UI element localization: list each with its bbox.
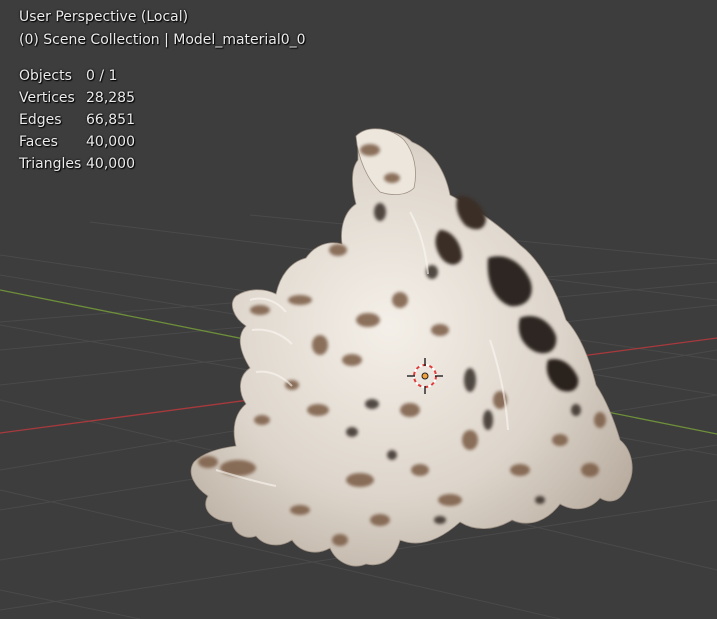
stat-row-faces: Faces 40,000 [19, 131, 135, 153]
stat-value: 40,000 [86, 156, 135, 172]
stat-value: 40,000 [86, 134, 135, 150]
stat-row-triangles: Triangles 40,000 [19, 153, 135, 175]
stat-row-objects: Objects 0 / 1 [19, 65, 135, 87]
view-name-label: User Perspective (Local) [19, 9, 189, 25]
collection-info-label: (0) Scene Collection | Model_material0_0 [19, 32, 306, 48]
object-origin-icon [421, 372, 429, 380]
stat-value: 28,285 [86, 90, 135, 106]
stat-value: 66,851 [86, 112, 135, 128]
3d-viewport[interactable]: User Perspective (Local) (0) Scene Colle… [0, 0, 717, 619]
stat-label: Objects [19, 68, 72, 84]
stat-row-vertices: Vertices 28,285 [19, 87, 135, 109]
stat-value: 0 / 1 [86, 68, 118, 84]
stat-row-edges: Edges 66,851 [19, 109, 135, 131]
stat-label: Triangles [19, 156, 82, 172]
seashell-model[interactable] [190, 128, 633, 567]
statistics-overlay: Objects 0 / 1 Vertices 28,285 Edges 66,8… [19, 65, 135, 175]
stat-label: Edges [19, 112, 62, 128]
stat-label: Faces [19, 134, 58, 150]
stat-label: Vertices [19, 90, 75, 106]
